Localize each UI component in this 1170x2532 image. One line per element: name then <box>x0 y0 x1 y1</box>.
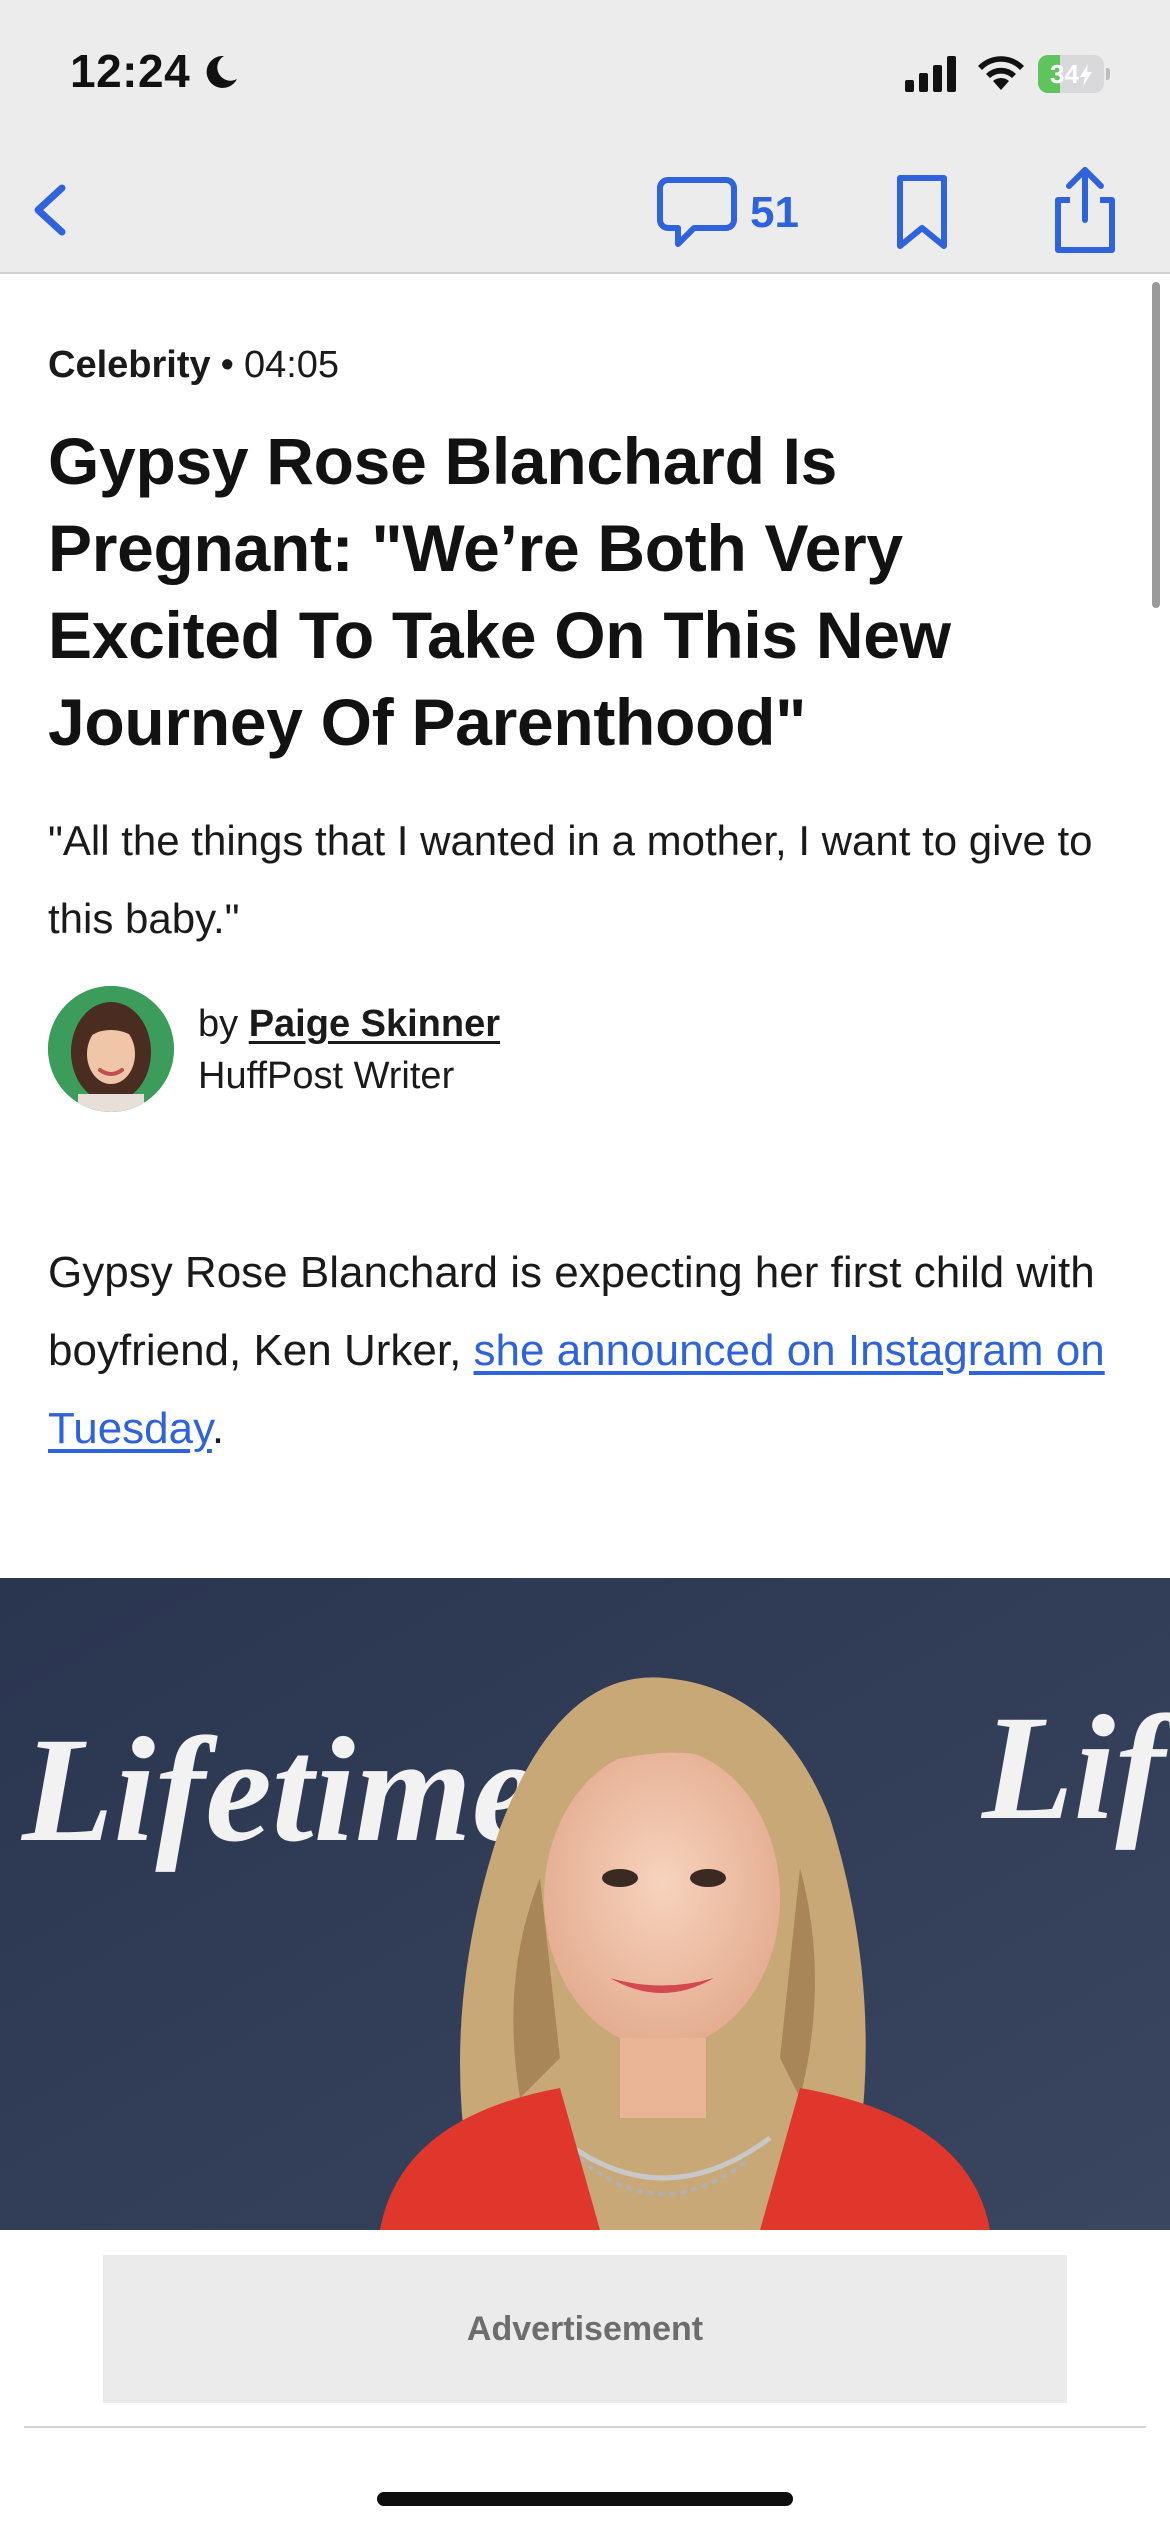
ad-container: Advertisement <box>0 2230 1170 2532</box>
article-photo[interactable]: Lifetime Lif <box>0 1578 1170 2230</box>
wifi-icon <box>978 56 1024 90</box>
byline: by Paige Skinner HuffPost Writer <box>48 986 1048 1112</box>
moon-icon <box>206 55 237 88</box>
author-avatar[interactable] <box>48 986 174 1112</box>
article-subhead: "All the things that I wanted in a mothe… <box>48 817 1093 942</box>
home-indicator[interactable] <box>377 2492 793 2506</box>
scrollbar-thumb[interactable] <box>1152 282 1160 608</box>
author-role: HuffPost Writer <box>198 1055 455 1097</box>
battery-cap <box>1106 68 1110 80</box>
share-button[interactable] <box>1040 162 1130 258</box>
battery-charging-icon: 34 <box>1038 55 1104 93</box>
publish-time: 04:05 <box>243 344 340 386</box>
meta-separator: • <box>220 344 234 386</box>
signal-icon <box>905 56 956 92</box>
article-headline: Gypsy Rose Blanchard Is Pregnant: "We’re… <box>48 424 951 759</box>
status-time: 12:24 <box>70 45 191 97</box>
backdrop-logo-text: Lifetime <box>20 1707 538 1873</box>
battery-body: 34 <box>1038 55 1104 93</box>
article-toolbar: 51 <box>0 150 1170 274</box>
divider <box>24 2426 1146 2428</box>
share-icon <box>1055 167 1115 253</box>
article-screen: 12:24 34 51 Celebrity • 04:05 Gypsy Rose… <box>0 0 1170 2532</box>
battery-level: 34 <box>1050 59 1079 89</box>
article-meta: Celebrity • 04:05 <box>48 344 339 387</box>
advertisement-placeholder[interactable]: Advertisement <box>103 2255 1067 2403</box>
backdrop-logo-text-partial: Lif <box>980 1685 1170 1851</box>
comment-count: 51 <box>750 188 799 237</box>
back-button[interactable] <box>18 172 88 248</box>
battery-indicator: 34 <box>1038 55 1110 93</box>
photo-illustration: Lifetime Lif <box>0 1578 1170 2230</box>
byline-text: by Paige Skinner HuffPost Writer <box>198 998 500 1102</box>
byline-prefix: by <box>198 1003 239 1045</box>
body-paragraph: Gypsy Rose Blanchard is expecting her fi… <box>48 1234 1128 1468</box>
comments-button[interactable]: 51 <box>652 168 812 252</box>
back-chevron-icon <box>34 184 66 236</box>
author-photo <box>48 986 174 1112</box>
author-name-link[interactable]: Paige Skinner <box>249 1003 500 1045</box>
status-bar: 12:24 34 <box>0 0 1170 150</box>
body-text-end: . <box>211 1404 225 1453</box>
category-link[interactable]: Celebrity <box>48 344 211 386</box>
bookmark-icon <box>897 175 947 249</box>
bookmark-button[interactable] <box>880 166 964 254</box>
comment-icon <box>657 177 737 247</box>
